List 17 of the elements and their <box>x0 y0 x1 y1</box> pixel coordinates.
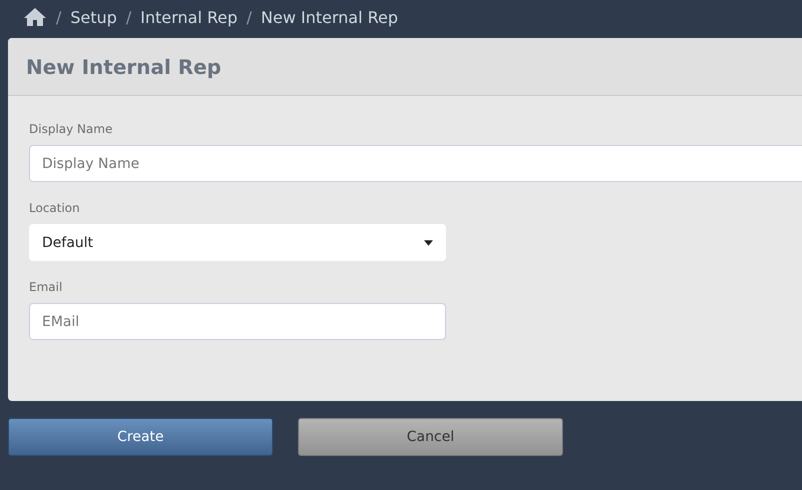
breadcrumb-item[interactable]: Internal Rep <box>140 8 238 26</box>
field-label: Display Name <box>29 122 114 136</box>
input-field[interactable]: EMail <box>29 303 446 340</box>
breadcrumb-item[interactable]: Setup <box>70 8 117 26</box>
field-label: Email <box>29 280 64 294</box>
panel-title: New Internal Rep <box>26 54 222 78</box>
home-icon[interactable] <box>23 7 47 27</box>
action-button[interactable]: Create <box>8 418 273 456</box>
input-field[interactable]: Display Name <box>29 145 802 182</box>
breadcrumb-separator: / <box>126 8 132 26</box>
breadcrumb-separator: / <box>246 8 252 26</box>
caret-icon <box>424 240 433 246</box>
breadcrumb-separator: / <box>56 8 62 26</box>
action-button[interactable]: Cancel <box>298 418 563 456</box>
field-label: Location <box>29 201 81 215</box>
location-dropdown[interactable]: Default <box>29 224 446 261</box>
breadcrumb-item: New Internal Rep <box>260 8 398 26</box>
